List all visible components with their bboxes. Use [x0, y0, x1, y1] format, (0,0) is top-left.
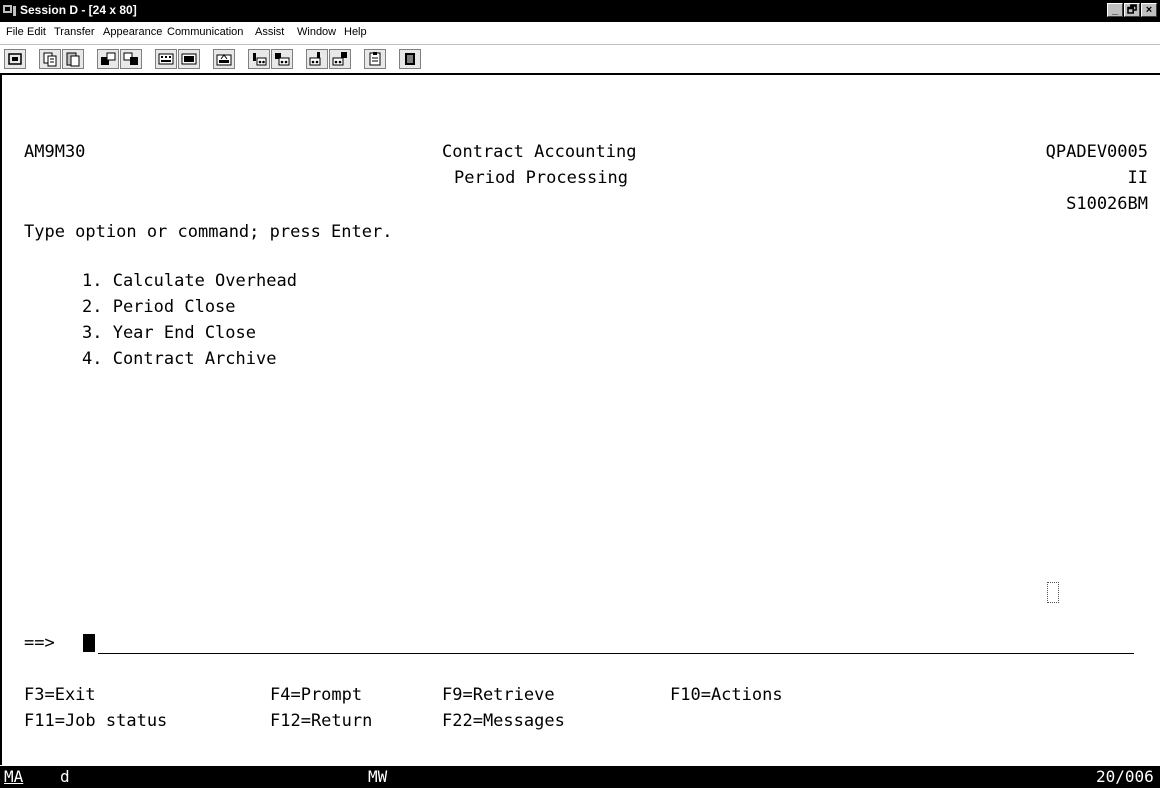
session-indicator: d	[60, 767, 70, 786]
cursor-position: 20/006	[1096, 767, 1154, 786]
fkey-f10[interactable]: F10=Actions	[670, 685, 783, 705]
menu-option-3: 3. Year End Close	[82, 323, 256, 343]
menu-communication[interactable]: Communication	[167, 26, 243, 38]
display-icon[interactable]	[178, 49, 200, 69]
menu-window[interactable]: Window	[297, 26, 336, 38]
system-line2: II	[1127, 168, 1148, 188]
menu-appearance[interactable]: Appearance	[103, 26, 162, 38]
screen-title: Contract Accounting	[442, 142, 637, 162]
fkey-f22[interactable]: F22=Messages	[442, 711, 565, 731]
command-prompt: ==>	[24, 633, 55, 653]
minimize-button[interactable]: _	[1107, 3, 1123, 17]
menu-bar: File Edit Transfer Appearance Communicat…	[0, 22, 1160, 45]
menu-help[interactable]: Help	[344, 26, 367, 38]
menu-file[interactable]: File	[6, 26, 24, 38]
menu-assist[interactable]: Assist	[255, 26, 284, 38]
receive-file-icon[interactable]	[120, 49, 142, 69]
terminal-screen[interactable]: AM9M30 Contract Accounting Period Proces…	[0, 75, 1160, 765]
program-id: AM9M30	[24, 142, 86, 162]
message-indicator: MA	[4, 767, 24, 786]
maximize-button[interactable]: 🗗	[1124, 3, 1140, 17]
stop-macro-icon[interactable]	[329, 49, 351, 69]
system-line3: S10026BM	[1066, 194, 1148, 214]
selection-box	[1047, 582, 1059, 603]
record-icon[interactable]	[248, 49, 270, 69]
mode-indicator: MW	[368, 767, 388, 786]
copy-icon[interactable]	[39, 49, 61, 69]
menu-option-4: 4. Contract Archive	[82, 349, 277, 369]
play-icon[interactable]	[271, 49, 293, 69]
close-session-icon[interactable]	[399, 49, 421, 69]
keypad-icon[interactable]	[155, 49, 177, 69]
screen-subtitle: Period Processing	[454, 168, 628, 188]
paste-icon[interactable]	[62, 49, 84, 69]
macro-icon[interactable]	[213, 49, 235, 69]
send-file-icon[interactable]	[97, 49, 119, 69]
status-line: MA d MW 20/006	[0, 766, 1160, 788]
window-title: Session D - [24 x 80]	[20, 3, 137, 17]
menu-transfer[interactable]: Transfer	[54, 26, 95, 38]
print-screen-icon[interactable]	[4, 49, 26, 69]
fkey-f4[interactable]: F4=Prompt	[270, 685, 362, 705]
start-macro-icon[interactable]	[306, 49, 328, 69]
text-cursor	[83, 634, 95, 652]
instruction-text: Type option or command; press Enter.	[24, 222, 393, 242]
menu-option-1: 1. Calculate Overhead	[82, 271, 297, 291]
command-input-underline	[98, 653, 1134, 654]
fkey-f12[interactable]: F12=Return	[270, 711, 372, 731]
toolbar	[0, 45, 1160, 75]
clipboard-icon[interactable]	[364, 49, 386, 69]
fkey-f3[interactable]: F3=Exit	[24, 685, 96, 705]
close-button[interactable]: ×	[1141, 3, 1157, 17]
menu-edit[interactable]: Edit	[27, 26, 46, 38]
menu-option-2: 2. Period Close	[82, 297, 236, 317]
window-title-bar[interactable]: Session D - [24 x 80] _ 🗗 ×	[0, 0, 1160, 22]
fkey-f9[interactable]: F9=Retrieve	[442, 685, 555, 705]
app-icon	[3, 5, 16, 16]
system-name: QPADEV0005	[1045, 142, 1148, 162]
fkey-f11[interactable]: F11=Job status	[24, 711, 167, 731]
